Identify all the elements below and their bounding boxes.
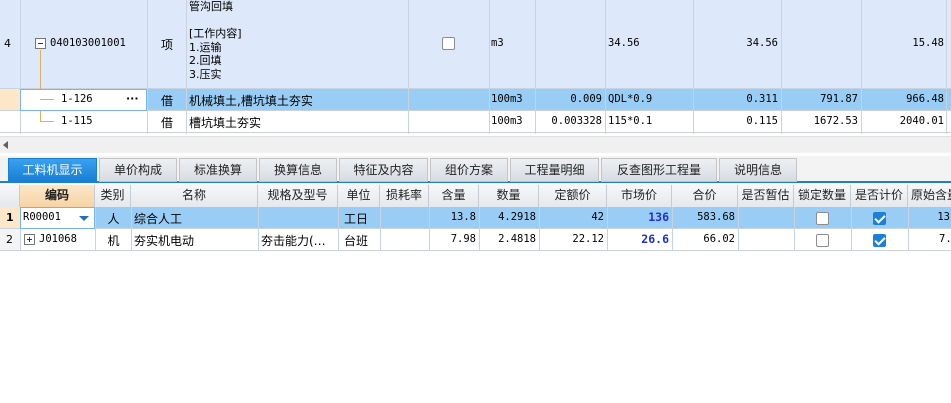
subrow-qty: 0.009 — [570, 93, 602, 105]
subrow-name: 机械填土,槽坑填土夯实 — [189, 94, 313, 108]
item-name-line: 2.回填 — [189, 54, 222, 68]
item-name-line: 3.压实 — [189, 67, 222, 81]
header-name[interactable]: 名称 — [131, 185, 258, 207]
subrow-col11: 2040.01 — [899, 115, 944, 127]
row-unit: 台班 — [344, 234, 369, 248]
tab-material-display[interactable]: 工料机显示 — [8, 158, 97, 182]
subrow-code: 1-115 — [61, 115, 93, 127]
tree-line — [40, 50, 41, 122]
row-code: J01068 — [39, 233, 77, 245]
item-name-line: [工作内容] — [189, 27, 242, 41]
subrow-col9: 0.311 — [746, 93, 778, 105]
item-row[interactable] — [0, 0, 951, 89]
header-quantity[interactable]: 数量 — [479, 185, 539, 207]
lock-qty-checkbox[interactable] — [816, 212, 829, 225]
row-index: 2 — [6, 233, 13, 246]
subrow-formula: 115*0.1 — [608, 115, 653, 127]
row-total: 583.68 — [697, 211, 735, 223]
row-name: 综合人工 — [134, 212, 183, 226]
priced-checkbox[interactable] — [873, 212, 886, 225]
header-code[interactable]: 编码 — [20, 185, 95, 207]
subrow-code[interactable]: 1-126 — [61, 93, 93, 105]
header-priced[interactable]: 是否计价 — [851, 185, 908, 207]
priced-checkbox[interactable] — [873, 234, 886, 247]
header-spec[interactable]: 规格及型号 — [258, 185, 338, 207]
row-total: 66.02 — [703, 233, 735, 245]
tree-branch — [40, 121, 54, 122]
subrow-category: 借 — [160, 94, 173, 108]
row-content: 7.98 — [450, 233, 476, 245]
subrow-col10: 1672.53 — [813, 115, 858, 127]
item-unit: m3 — [491, 37, 504, 49]
item-col9: 34.56 — [746, 37, 778, 49]
header-type[interactable]: 类别 — [95, 185, 131, 207]
tab-features[interactable]: 特征及内容 — [339, 158, 428, 182]
tab-standard-conversion[interactable]: 标准换算 — [179, 158, 257, 182]
subrow-col10: 791.87 — [820, 93, 858, 105]
row-marker — [0, 89, 20, 111]
header-rownum — [0, 185, 20, 207]
header-original-content[interactable]: 原始含量 — [908, 185, 951, 207]
tab-reverse-lookup[interactable]: 反查图形工程量 — [601, 158, 717, 182]
item-name-line: 1.运输 — [189, 40, 222, 54]
row-name: 夯实机电动 — [134, 234, 195, 248]
tab-pricing-plan[interactable]: 组价方案 — [430, 158, 508, 182]
item-name-line: 管沟回填 — [189, 0, 233, 13]
header-quota-price[interactable]: 定额价 — [539, 185, 607, 207]
row-index: 4 — [4, 37, 11, 50]
item-code: 040103001001 — [50, 37, 126, 49]
header-loss-rate[interactable]: 损耗率 — [380, 185, 429, 207]
tab-conversion-info[interactable]: 换算信息 — [259, 158, 337, 182]
subrow-formula: QDL*0.9 — [608, 93, 653, 105]
header-content[interactable]: 含量 — [429, 185, 479, 207]
subrow-name: 槽坑填土夯实 — [189, 116, 262, 130]
dropdown-arrow-icon[interactable] — [79, 216, 89, 221]
subrow-col9: 0.115 — [746, 115, 778, 127]
row-original: 13 — [937, 211, 950, 223]
row-original: 7.9 — [939, 233, 951, 245]
subrow-col11: 966.48 — [906, 93, 944, 105]
header-total[interactable]: 合价 — [672, 185, 738, 207]
tab-description[interactable]: 说明信息 — [719, 158, 797, 182]
upper-grid: 4 040103001001 项 管沟回填 [工作内容] 1.运输 2.回填 3… — [0, 0, 951, 134]
subrow-unit: 100m3 — [491, 115, 523, 127]
tab-quantity-detail[interactable]: 工程量明细 — [510, 158, 599, 182]
row-quota: 22.12 — [572, 233, 604, 245]
row-quota: 42 — [591, 211, 604, 223]
tree-branch — [40, 99, 54, 100]
item-col8: 34.56 — [608, 37, 640, 49]
subrow-category: 借 — [160, 116, 173, 130]
code-combobox[interactable]: R00001 — [20, 207, 95, 229]
tab-unit-price[interactable]: 单价构成 — [99, 158, 177, 182]
row-unit: 工日 — [344, 212, 369, 226]
subrow-qty: 0.003328 — [551, 115, 602, 127]
header-market-price[interactable]: 市场价 — [607, 185, 672, 207]
item-name: 管沟回填 [工作内容] 1.运输 2.回填 3.压实 — [189, 0, 404, 82]
subrow-unit: 100m3 — [491, 93, 523, 105]
item-checkbox[interactable] — [442, 37, 455, 50]
row-qty: 2.4818 — [498, 233, 536, 245]
row-index: 1 — [6, 211, 14, 224]
row-market-price[interactable]: 26.6 — [607, 232, 669, 246]
row-content: 13.8 — [450, 211, 476, 223]
item-name-line — [189, 14, 404, 28]
row-code: R00001 — [23, 211, 61, 223]
horizontal-scrollbar[interactable] — [0, 136, 951, 153]
lock-qty-checkbox[interactable] — [816, 234, 829, 247]
item-category: 项 — [160, 38, 173, 52]
row-type: 机 — [107, 234, 120, 248]
scroll-left-icon[interactable] — [3, 141, 8, 149]
row-type: 人 — [107, 212, 120, 226]
header-provisional[interactable]: 是否暂估 — [738, 185, 794, 207]
row-qty: 4.2918 — [498, 211, 536, 223]
expand-icon[interactable] — [24, 234, 35, 245]
row-market-price[interactable]: 136 — [607, 210, 669, 224]
more-button[interactable]: ··· — [126, 92, 139, 105]
row-spec: 夯击能力(… — [261, 234, 326, 248]
collapse-icon[interactable] — [35, 38, 46, 49]
header-lock-qty[interactable]: 锁定数量 — [794, 185, 851, 207]
header-unit[interactable]: 单位 — [338, 185, 380, 207]
item-col11: 15.48 — [912, 37, 944, 49]
